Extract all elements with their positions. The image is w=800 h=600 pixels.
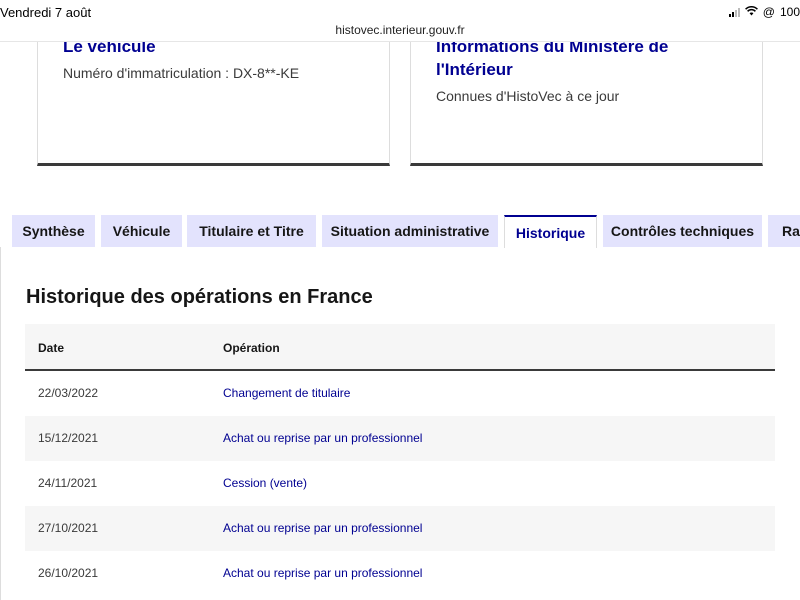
vehicle-card: Le véhicule Numéro d'immatriculation : D… [37,30,390,166]
tab-situation-administrative[interactable]: Situation administrative [322,215,498,247]
table-row: 27/10/2021 Achat ou reprise par un profe… [25,506,775,551]
column-header-date: Date [38,341,65,355]
signal-icon [728,7,740,17]
tab-vehicule[interactable]: Véhicule [101,215,182,247]
battery-level: 100 [779,5,800,19]
row-date: 24/11/2021 [38,476,98,490]
ministry-card-title-line2[interactable]: l'Intérieur [436,58,513,81]
row-operation-link[interactable]: Achat ou reprise par un professionnel [223,521,422,535]
status-bar: Vendredi 7 août histovec.interieur.gouv.… [0,0,800,42]
tab-controles-techniques[interactable]: Contrôles techniques [603,215,762,247]
row-operation-link[interactable]: Achat ou reprise par un professionnel [223,566,422,580]
tab-synthese[interactable]: Synthèse [12,215,95,247]
row-operation-link[interactable]: Cession (vente) [223,476,307,490]
status-time: Vendredi 7 août [0,5,92,20]
table-row: 26/10/2021 Achat ou reprise par un profe… [25,551,775,596]
address-bar-url[interactable]: histovec.interieur.gouv.fr [0,23,800,37]
ministry-card-text: Connues d'HistoVec à ce jour [436,88,620,104]
tab-rapport[interactable]: Rap [768,215,800,247]
table-row: 15/12/2021 Achat ou reprise par un profe… [25,416,775,461]
table-row: 24/11/2021 Cession (vente) [25,461,775,506]
tab-historique[interactable]: Historique [504,215,597,248]
status-icons: @ 100 [728,5,800,19]
plate-number-text: Numéro d'immatriculation : DX-8**-KE [63,65,300,81]
row-operation-link[interactable]: Changement de titulaire [223,386,350,400]
row-date: 15/12/2021 [38,431,99,445]
orientation-lock-icon: @ [762,5,775,19]
row-date: 22/03/2022 [38,386,99,400]
section-title: Historique des opérations en France [26,286,373,308]
row-date: 27/10/2021 [38,521,99,535]
table-row: 22/03/2022 Changement de titulaire [25,371,775,416]
row-operation-link[interactable]: Achat ou reprise par un professionnel [223,431,422,445]
column-header-operation: Opération [223,341,280,355]
table-header: Date Opération [25,324,775,371]
wifi-icon [744,5,758,19]
tab-titulaire-titre[interactable]: Titulaire et Titre [187,215,316,247]
row-date: 26/10/2021 [38,566,99,580]
ministry-card: Informations du Ministère de l'Intérieur… [410,30,763,166]
